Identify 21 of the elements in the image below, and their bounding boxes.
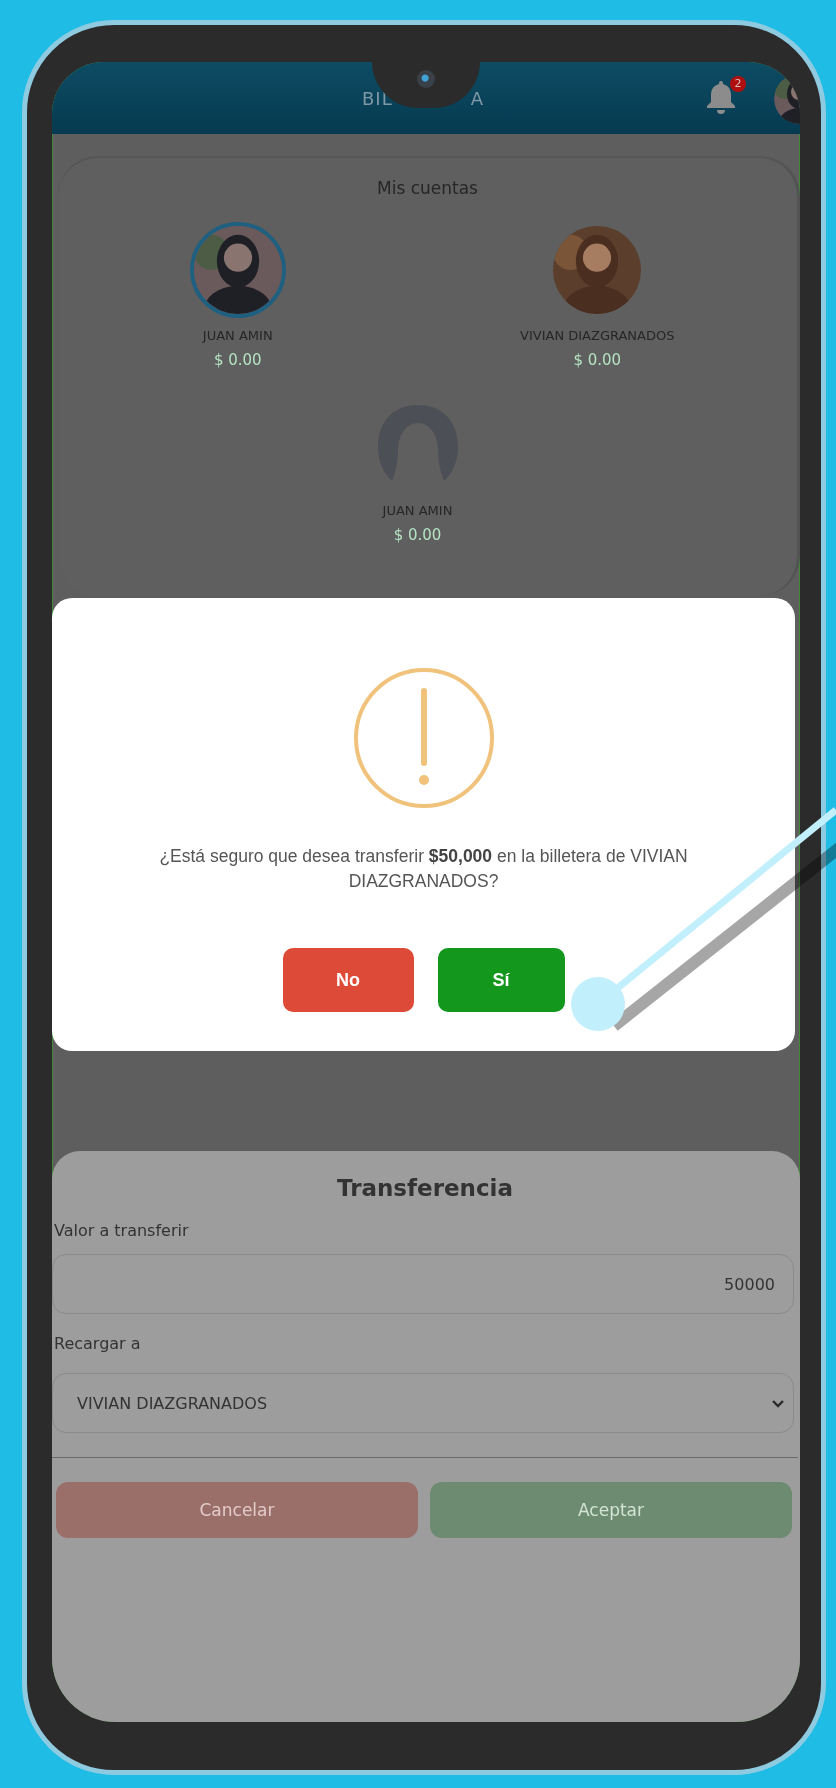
field-label: Valor a transferir bbox=[54, 1221, 190, 1240]
warning-icon bbox=[351, 666, 496, 810]
account-balance: $ 0.00 bbox=[213, 351, 262, 369]
dialog-message: ¿Está seguro que desea transferir $50,000 en la billetera de VIVIAN DIAZGRANADOS? bbox=[158, 845, 689, 893]
account-name: JUAN AMIN bbox=[382, 503, 453, 518]
account-balance: $ 0.00 bbox=[573, 351, 622, 369]
header-title: A bbox=[470, 87, 484, 109]
account-name: VIVIAN DIAZGRANADOS bbox=[520, 328, 675, 343]
field-label: Recargar a bbox=[54, 1334, 142, 1353]
yes-button[interactable]: Sí bbox=[437, 948, 565, 1012]
section-title: Transferencia bbox=[335, 1174, 515, 1201]
camera-icon bbox=[417, 70, 435, 88]
amount-field[interactable]: 50000 bbox=[52, 1254, 794, 1314]
account-balance: $ 0.00 bbox=[393, 526, 442, 544]
chevron-down-icon bbox=[771, 1397, 785, 1409]
header-title: BIL bbox=[362, 87, 393, 109]
notification-badge: 2 bbox=[730, 76, 746, 92]
no-button[interactable]: No bbox=[282, 948, 414, 1012]
section-title: Mis cuentas bbox=[376, 178, 479, 198]
recipient-select[interactable]: VIVIAN DIAZGRANADOS bbox=[52, 1373, 794, 1433]
account-name: JUAN AMIN bbox=[202, 328, 273, 343]
